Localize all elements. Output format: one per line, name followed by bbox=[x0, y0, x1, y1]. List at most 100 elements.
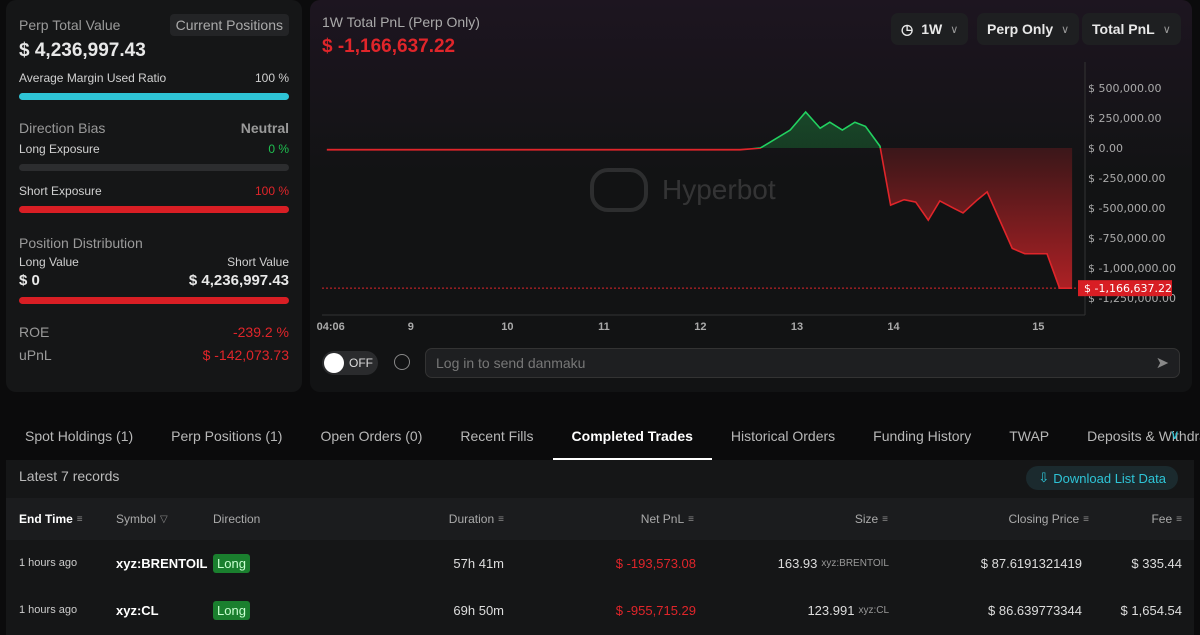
y-tick-label: $ 0.00 bbox=[1088, 142, 1123, 155]
long-exposure-label: Long Exposure bbox=[19, 142, 100, 156]
y-tick-label: $ -500,000.00 bbox=[1088, 202, 1165, 215]
col-net-pnl[interactable]: Net PnL ≡ bbox=[641, 498, 694, 540]
margin-value: 100 % bbox=[254, 71, 289, 85]
distribution-bar bbox=[19, 297, 289, 304]
col-direction: Direction bbox=[213, 512, 261, 526]
direction-badge: Long bbox=[213, 553, 250, 573]
perp-total-label: Perp Total Value bbox=[19, 17, 121, 33]
symbol-link[interactable]: xyz:BRENTOIL bbox=[116, 540, 208, 586]
x-tick-label: 12 bbox=[694, 321, 706, 333]
tab-open-orders[interactable]: Open Orders (0) bbox=[301, 414, 441, 460]
margin-label: Average Margin Used Ratio bbox=[19, 71, 167, 85]
direction-value: Neutral bbox=[240, 120, 289, 136]
margin-bar bbox=[19, 93, 289, 100]
tab-recent-fills[interactable]: Recent Fills bbox=[441, 414, 552, 460]
long-exposure-bar bbox=[19, 164, 289, 171]
tab-spot-holdings[interactable]: Spot Holdings (1) bbox=[6, 414, 152, 460]
long-exposure-value: 0 % bbox=[268, 142, 289, 156]
pnl-chart-card: 1W Total PnL (Perp Only) $ -1,166,637.22… bbox=[310, 0, 1192, 392]
long-value: $ 0 bbox=[19, 272, 40, 289]
y-tick-label: $ -1,000,000.00 bbox=[1088, 262, 1176, 275]
roe-label: ROE bbox=[19, 324, 50, 340]
table-row[interactable]: 1 hours ago xyz:CL Long 69h 50m $ -955,7… bbox=[6, 587, 1194, 633]
x-tick-label: 04:06 bbox=[317, 321, 345, 333]
records-count: Latest 7 records bbox=[19, 468, 120, 484]
size: 123.991 xyz:CL bbox=[807, 602, 889, 618]
tabs-expand-chevron-icon[interactable]: ∨ bbox=[1170, 427, 1180, 443]
duration: 57h 41m bbox=[453, 555, 504, 571]
direction-label: Direction Bias bbox=[19, 120, 106, 136]
danmaku-toggle[interactable]: OFF bbox=[322, 351, 378, 375]
x-tick-label: 15 bbox=[1032, 321, 1044, 333]
net-pnl: $ -193,573.08 bbox=[615, 555, 696, 571]
long-value-label: Long Value bbox=[19, 255, 79, 269]
x-tick-label: 10 bbox=[501, 321, 513, 333]
short-value: $ 4,236,997.43 bbox=[188, 272, 289, 289]
direction-cell: Long bbox=[213, 587, 250, 633]
net-pnl: $ -955,715.29 bbox=[615, 602, 696, 618]
direction-badge: Long bbox=[213, 600, 250, 620]
last-value-label: $ -1,166,637.22 bbox=[1084, 282, 1172, 295]
closing-price: $ 86.639773344 bbox=[988, 602, 1082, 618]
perp-total-value: $ 4,236,997.43 bbox=[19, 40, 146, 61]
danmaku-input[interactable]: Log in to send danmaku ➤ bbox=[425, 348, 1180, 378]
short-value-label: Short Value bbox=[227, 255, 289, 269]
perp-summary-card: Perp Total Value Current Positions $ 4,2… bbox=[6, 0, 302, 392]
current-positions-button[interactable]: Current Positions bbox=[169, 14, 289, 36]
tab-deposits-withdraw[interactable]: Deposits & Withdraw bbox=[1068, 414, 1200, 460]
danmaku-placeholder: Log in to send danmaku bbox=[436, 355, 586, 371]
fee: $ 1,654.54 bbox=[1120, 602, 1182, 618]
roe-value: -239.2 % bbox=[232, 324, 289, 340]
sort-icon: ≡ bbox=[882, 513, 888, 525]
download-icon: ⇩ bbox=[1038, 470, 1050, 485]
col-fee[interactable]: Fee ≡ bbox=[1151, 498, 1182, 540]
tab-twap[interactable]: TWAP bbox=[990, 414, 1068, 460]
pnl-area-negative bbox=[326, 148, 1073, 289]
bottom-tabs: Spot Holdings (1) Perp Positions (1) Open … bbox=[6, 414, 1200, 460]
col-end-time[interactable]: End Time ≡ bbox=[19, 498, 83, 540]
col-closing-price[interactable]: Closing Price ≡ bbox=[1008, 498, 1089, 540]
fee: $ 335.44 bbox=[1131, 555, 1182, 571]
direction-cell: Long bbox=[213, 540, 250, 586]
table-row[interactable]: 1 hours ago xyz:BRENTOIL Long 57h 41m $ … bbox=[6, 540, 1194, 586]
sort-icon: ≡ bbox=[1083, 513, 1089, 525]
tab-perp-positions[interactable]: Perp Positions (1) bbox=[152, 414, 301, 460]
completed-trades-table: Latest 7 records ⇩ Download List Data End… bbox=[6, 460, 1194, 635]
size: 163.93 xyz:BRENTOIL bbox=[777, 555, 889, 571]
x-tick-label: 13 bbox=[791, 321, 803, 333]
short-exposure-label: Short Exposure bbox=[19, 184, 102, 198]
tab-historical-orders[interactable]: Historical Orders bbox=[712, 414, 854, 460]
sort-icon: ≡ bbox=[498, 513, 504, 525]
table-header: End Time ≡ Symbol ▽ Direction Duration ≡ Ne… bbox=[6, 498, 1194, 540]
sort-icon: ≡ bbox=[688, 513, 694, 525]
upnl-label: uPnL bbox=[19, 347, 52, 363]
toggle-state: OFF bbox=[349, 356, 373, 370]
col-symbol[interactable]: Symbol ▽ bbox=[116, 498, 168, 540]
x-tick-label: 9 bbox=[408, 321, 414, 333]
y-tick-label: $ 500,000.00 bbox=[1088, 82, 1161, 95]
short-exposure-bar bbox=[19, 206, 289, 213]
x-tick-label: 14 bbox=[887, 321, 900, 333]
distribution-label: Position Distribution bbox=[19, 235, 143, 251]
download-button[interactable]: ⇩ Download List Data bbox=[1026, 466, 1178, 490]
closing-price: $ 87.6191321419 bbox=[980, 555, 1082, 571]
pnl-line-chart: $ 500,000.00 $ 250,000.00 $ 0.00 $ -250,000… bbox=[317, 62, 1176, 333]
sort-icon: ≡ bbox=[1176, 513, 1182, 525]
download-label: Download List Data bbox=[1053, 470, 1166, 486]
y-tick-label: $ -750,000.00 bbox=[1088, 232, 1165, 245]
col-duration[interactable]: Duration ≡ bbox=[449, 498, 504, 540]
symbol-link[interactable]: xyz:CL bbox=[116, 587, 159, 633]
end-time: 1 hours ago bbox=[19, 604, 78, 616]
settings-icon[interactable] bbox=[394, 354, 410, 370]
tab-completed-trades[interactable]: Completed Trades bbox=[552, 414, 712, 460]
end-time: 1 hours ago bbox=[19, 557, 78, 569]
send-icon[interactable]: ➤ bbox=[1156, 353, 1169, 373]
y-tick-label: $ 250,000.00 bbox=[1088, 112, 1161, 125]
sort-icon: ≡ bbox=[76, 513, 83, 525]
tab-funding-history[interactable]: Funding History bbox=[854, 414, 990, 460]
short-exposure-value: 100 % bbox=[254, 184, 289, 198]
col-size[interactable]: Size ≡ bbox=[855, 498, 888, 540]
duration: 69h 50m bbox=[453, 602, 504, 618]
y-tick-label: $ -250,000.00 bbox=[1088, 172, 1165, 185]
filter-icon: ▽ bbox=[160, 513, 168, 525]
